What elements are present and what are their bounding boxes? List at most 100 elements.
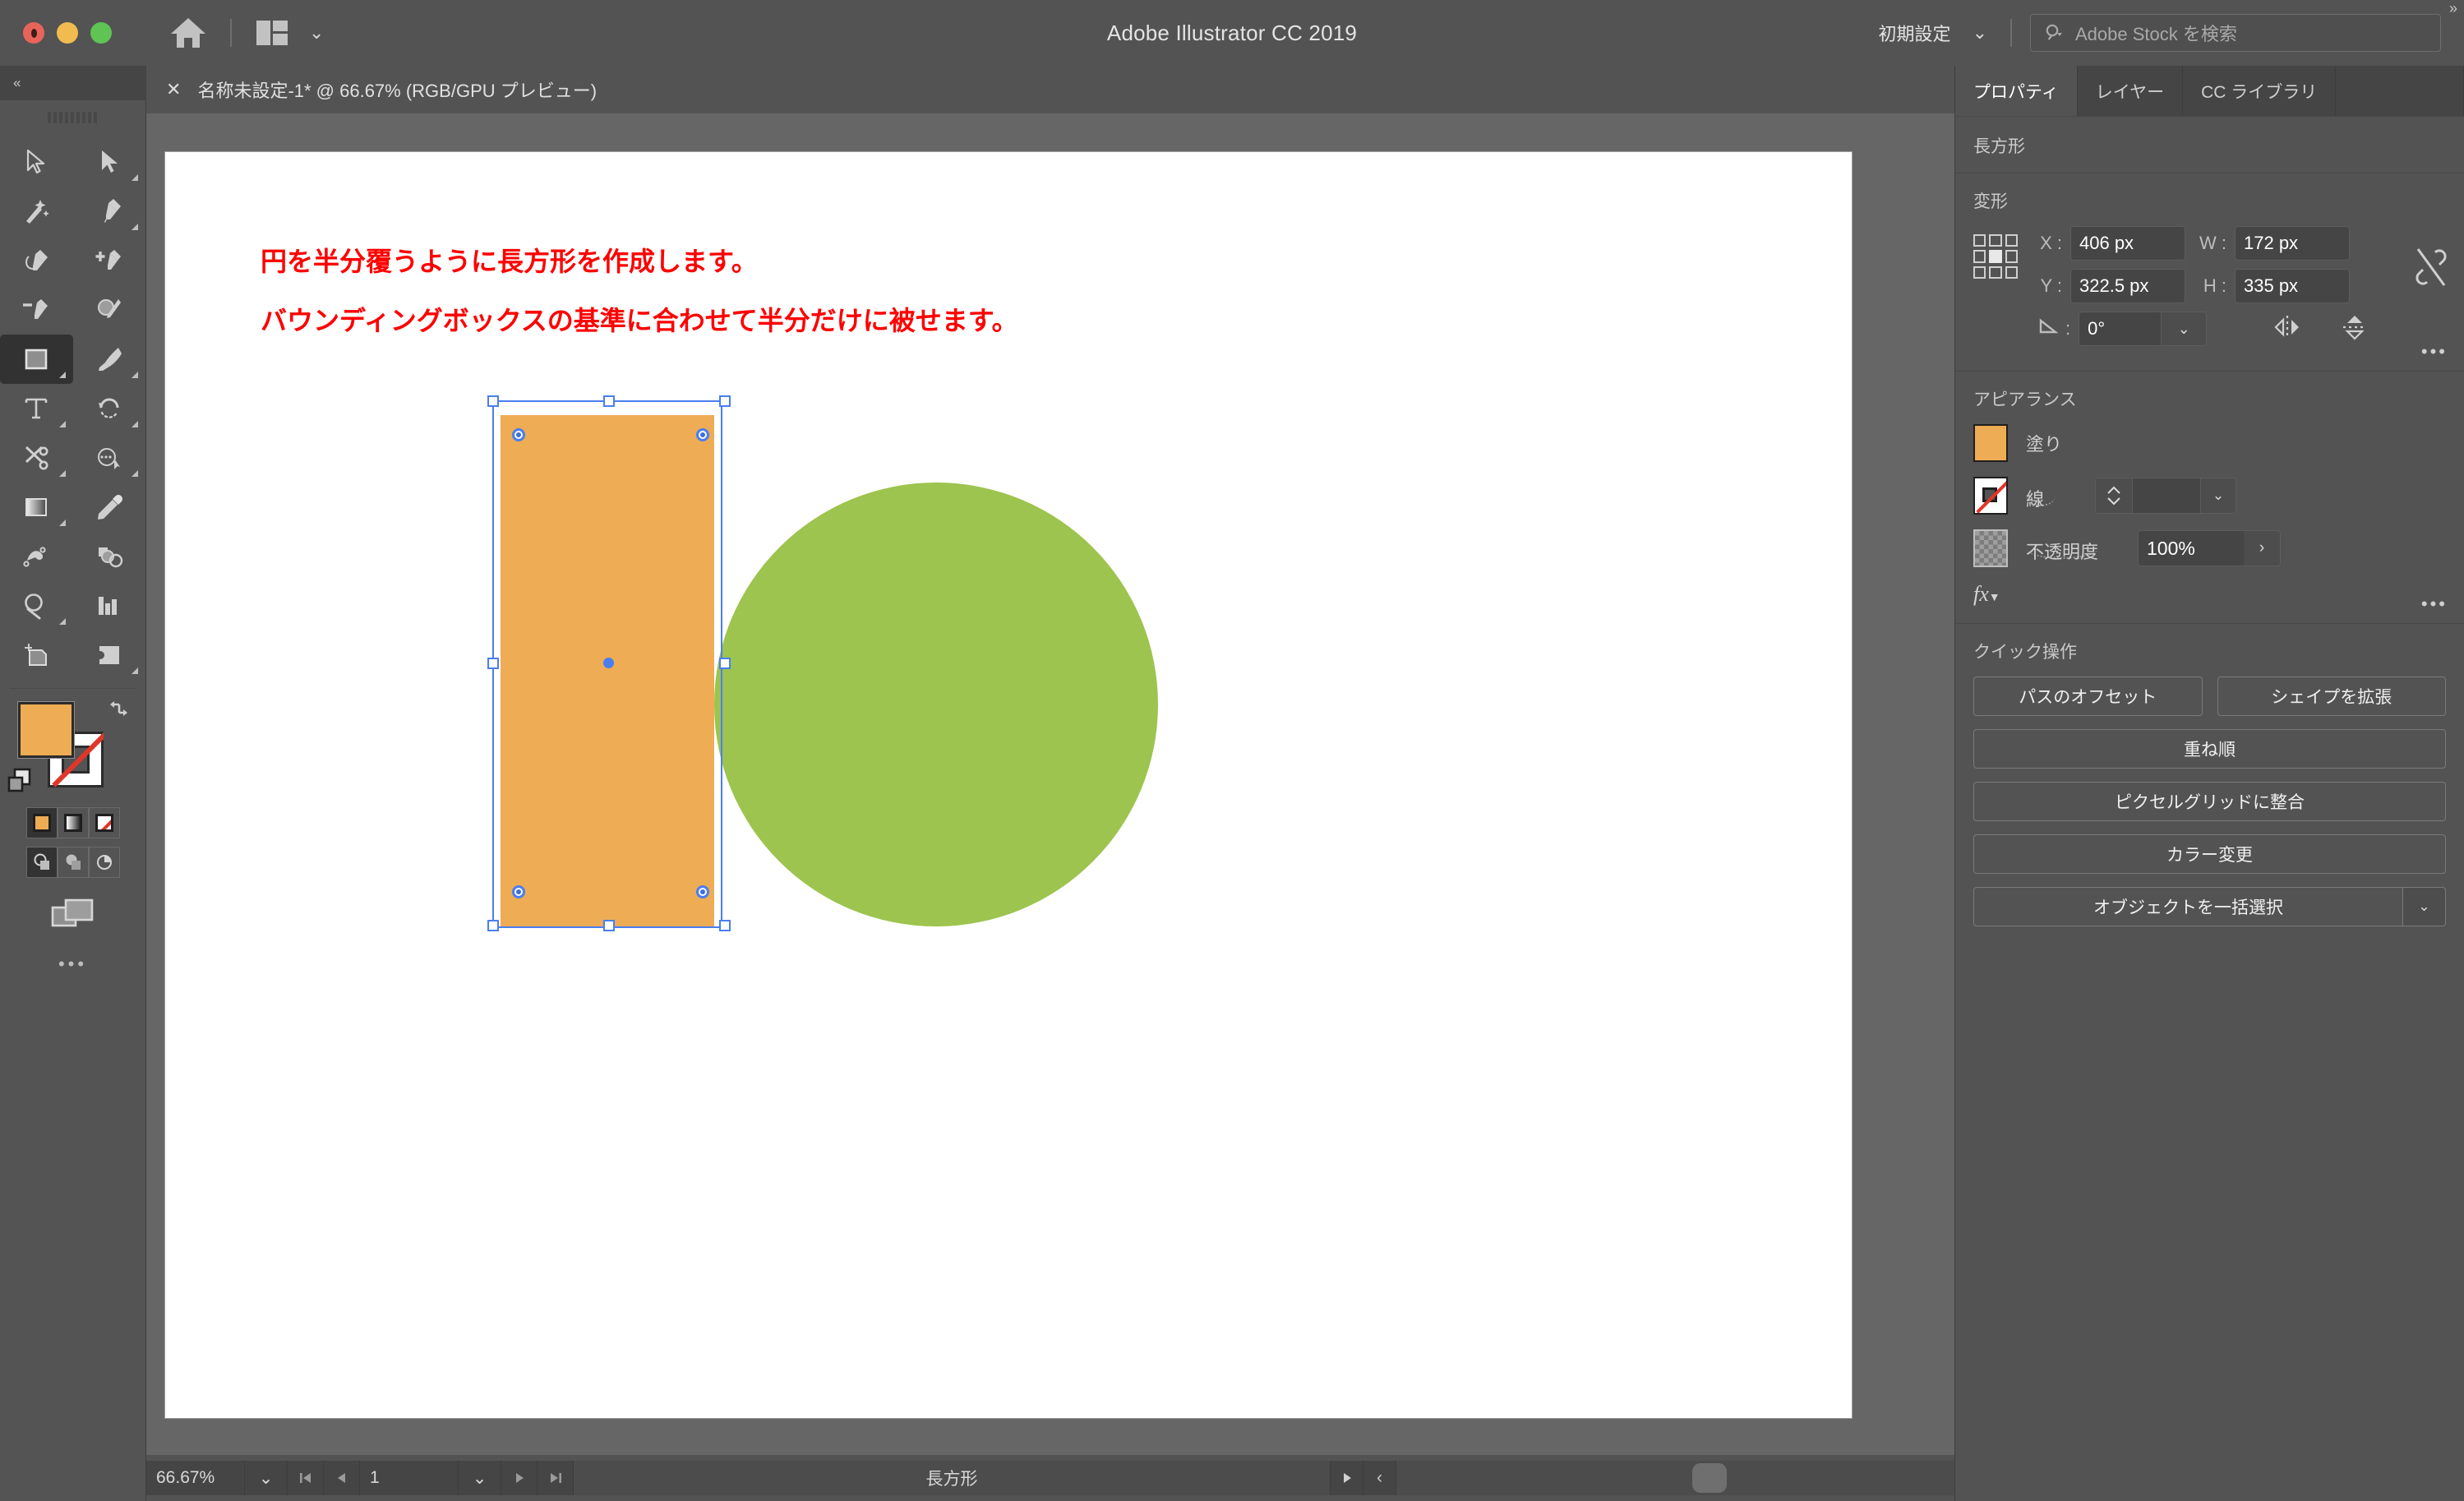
delete-anchor-point-tool[interactable] — [0, 285, 73, 335]
stroke-weight-dropdown-icon[interactable]: ⌄ — [2201, 478, 2236, 513]
select-similar-objects-button[interactable]: オブジェクトを一括選択 — [1973, 887, 2403, 926]
opacity-input[interactable]: 100% — [2139, 531, 2245, 566]
expand-shape-button[interactable]: シェイプを拡張 — [2217, 677, 2446, 716]
rotate-tool[interactable] — [73, 384, 146, 433]
gradient-mode-button[interactable] — [57, 807, 89, 838]
toolbar-drag-handle[interactable] — [0, 100, 145, 127]
draw-normal-mode-button[interactable] — [25, 847, 58, 878]
width-tool[interactable] — [73, 433, 146, 483]
expand-panel-icon[interactable]: » — [2449, 0, 2457, 17]
type-tool[interactable] — [0, 384, 73, 433]
angle-control[interactable]: 0° ⌄ — [2079, 312, 2208, 346]
default-fill-stroke-icon[interactable] — [7, 768, 35, 796]
eyedropper-tool[interactable] — [73, 483, 146, 532]
fill-color-mode-button[interactable] — [25, 807, 58, 838]
fill-color-swatch[interactable] — [1973, 424, 2008, 462]
graph-tool[interactable] — [73, 581, 146, 630]
artboard-dropdown-icon[interactable]: ⌄ — [459, 1461, 501, 1495]
none-mode-button[interactable] — [88, 807, 120, 838]
align-to-pixel-grid-button[interactable]: ピクセルグリッドに整合 — [1973, 782, 2446, 821]
recolor-button[interactable]: カラー変更 — [1973, 834, 2446, 874]
stroke-color-swatch[interactable] — [1973, 477, 2008, 515]
selection-tool[interactable] — [0, 137, 73, 187]
screen-mode-button[interactable] — [0, 896, 145, 931]
last-artboard-icon[interactable] — [538, 1461, 574, 1495]
status-collapse-icon[interactable]: ‹ — [1364, 1461, 1396, 1495]
x-input[interactable]: 406 px — [2070, 226, 2185, 261]
reference-point-selector[interactable] — [1973, 234, 2018, 279]
y-input[interactable]: 322.5 px — [2070, 269, 2185, 303]
workspace-chevron-down-icon[interactable]: ⌄ — [1973, 24, 1987, 42]
angle-dropdown-icon[interactable]: ⌄ — [2161, 312, 2208, 346]
shaper-tool[interactable] — [73, 285, 146, 335]
stroke-label[interactable]: 線 — [2026, 485, 2056, 510]
first-artboard-icon[interactable] — [288, 1461, 324, 1495]
toolbar-collapse-button[interactable]: « — [0, 66, 146, 100]
zoom-window-button[interactable] — [90, 22, 112, 44]
tab-properties[interactable]: プロパティ — [1955, 66, 2078, 116]
gradient-tool[interactable] — [0, 483, 73, 532]
fill-swatch[interactable] — [17, 701, 75, 759]
shape-builder-tool[interactable] — [73, 532, 146, 581]
opacity-label[interactable]: 不透明度 — [2026, 538, 2099, 562]
canvas-area[interactable]: 円を半分覆うように長方形を作成します。 バウンディングボックスの基準に合わせて半… — [146, 113, 2153, 1455]
zoom-tool[interactable] — [0, 581, 73, 630]
corner-widget-top-right[interactable] — [696, 428, 709, 441]
paintbrush-tool[interactable] — [73, 335, 146, 384]
corner-widget-bottom-right[interactable] — [696, 885, 709, 898]
stroke-weight-steppers[interactable] — [2096, 478, 2132, 513]
opacity-control[interactable]: 100% › — [2138, 530, 2282, 566]
tab-layers[interactable]: レイヤー — [2077, 66, 2184, 116]
stroke-weight-input[interactable] — [2132, 478, 2201, 513]
angle-input[interactable]: 0° — [2079, 312, 2162, 346]
height-input[interactable]: 335 px — [2235, 269, 2350, 303]
selection-handle-top-center[interactable] — [603, 395, 615, 407]
status-text[interactable]: 長方形 — [574, 1461, 1331, 1495]
layout-chevron-down-icon[interactable]: ⌄ — [309, 24, 324, 42]
artboard-tool[interactable] — [0, 630, 73, 680]
magic-wand-tool[interactable] — [0, 187, 73, 236]
add-anchor-point-tool[interactable] — [73, 236, 146, 285]
select-similar-objects-dropdown-icon[interactable]: ⌄ — [2403, 887, 2446, 926]
curvature-tool[interactable] — [0, 236, 73, 285]
previous-artboard-icon[interactable] — [324, 1461, 360, 1495]
zoom-level-input[interactable]: 66.67% — [146, 1461, 245, 1495]
selection-handle-bottom-right[interactable] — [719, 920, 731, 931]
layout-switcher-icon[interactable] — [256, 21, 288, 45]
corner-widget-top-left[interactable] — [512, 428, 525, 441]
next-artboard-icon[interactable] — [501, 1461, 538, 1495]
transform-more-options-button[interactable]: ••• — [2421, 341, 2448, 363]
artboard-number-input[interactable]: 1 — [360, 1461, 459, 1495]
selection-handle-middle-right[interactable] — [719, 658, 731, 669]
opacity-more-icon[interactable]: › — [2244, 531, 2281, 566]
edit-toolbar-button[interactable]: ••• — [0, 954, 145, 975]
close-window-button[interactable] — [23, 22, 44, 44]
stroke-weight-control[interactable]: ⌄ — [2095, 478, 2236, 514]
minimize-window-button[interactable] — [57, 22, 78, 44]
artboard[interactable]: 円を半分覆うように長方形を作成します。 バウンディングボックスの基準に合わせて半… — [164, 151, 1853, 1419]
green-circle[interactable] — [714, 483, 1158, 926]
blend-tool[interactable] — [0, 532, 73, 581]
home-icon[interactable] — [169, 16, 207, 49]
corner-widget-bottom-left[interactable] — [512, 885, 525, 898]
horizontal-scroll-thumb[interactable] — [1692, 1463, 1727, 1493]
document-tab[interactable]: ✕ 名称未設定-1* @ 66.67% (RGB/GPU プレビュー) — [146, 66, 763, 113]
rectangle-tool[interactable] — [0, 335, 73, 384]
pen-tool[interactable] — [73, 187, 146, 236]
zoom-dropdown-icon[interactable]: ⌄ — [245, 1461, 288, 1495]
flip-vertical-icon[interactable] — [2340, 312, 2369, 346]
status-play-icon[interactable] — [1331, 1461, 1364, 1495]
draw-inside-mode-button[interactable] — [88, 847, 120, 878]
fx-button[interactable]: fx▼ — [1973, 582, 2446, 607]
offset-path-button[interactable]: パスのオフセット — [1973, 677, 2203, 716]
workspace-preset-label[interactable]: 初期設定 — [1879, 20, 1951, 46]
adobe-stock-search-input[interactable]: Adobe Stock を検索 — [2030, 14, 2441, 52]
selection-handle-top-left[interactable] — [487, 395, 499, 407]
flip-horizontal-icon[interactable] — [2273, 312, 2302, 346]
arrange-button[interactable]: 重ね順 — [1973, 729, 2446, 769]
width-input[interactable]: 172 px — [2235, 226, 2350, 261]
draw-behind-mode-button[interactable] — [57, 847, 89, 878]
unlink-proportions-icon[interactable] — [2413, 244, 2449, 294]
selection-handle-bottom-left[interactable] — [487, 920, 499, 931]
appearance-more-options-button[interactable]: ••• — [2421, 593, 2448, 615]
